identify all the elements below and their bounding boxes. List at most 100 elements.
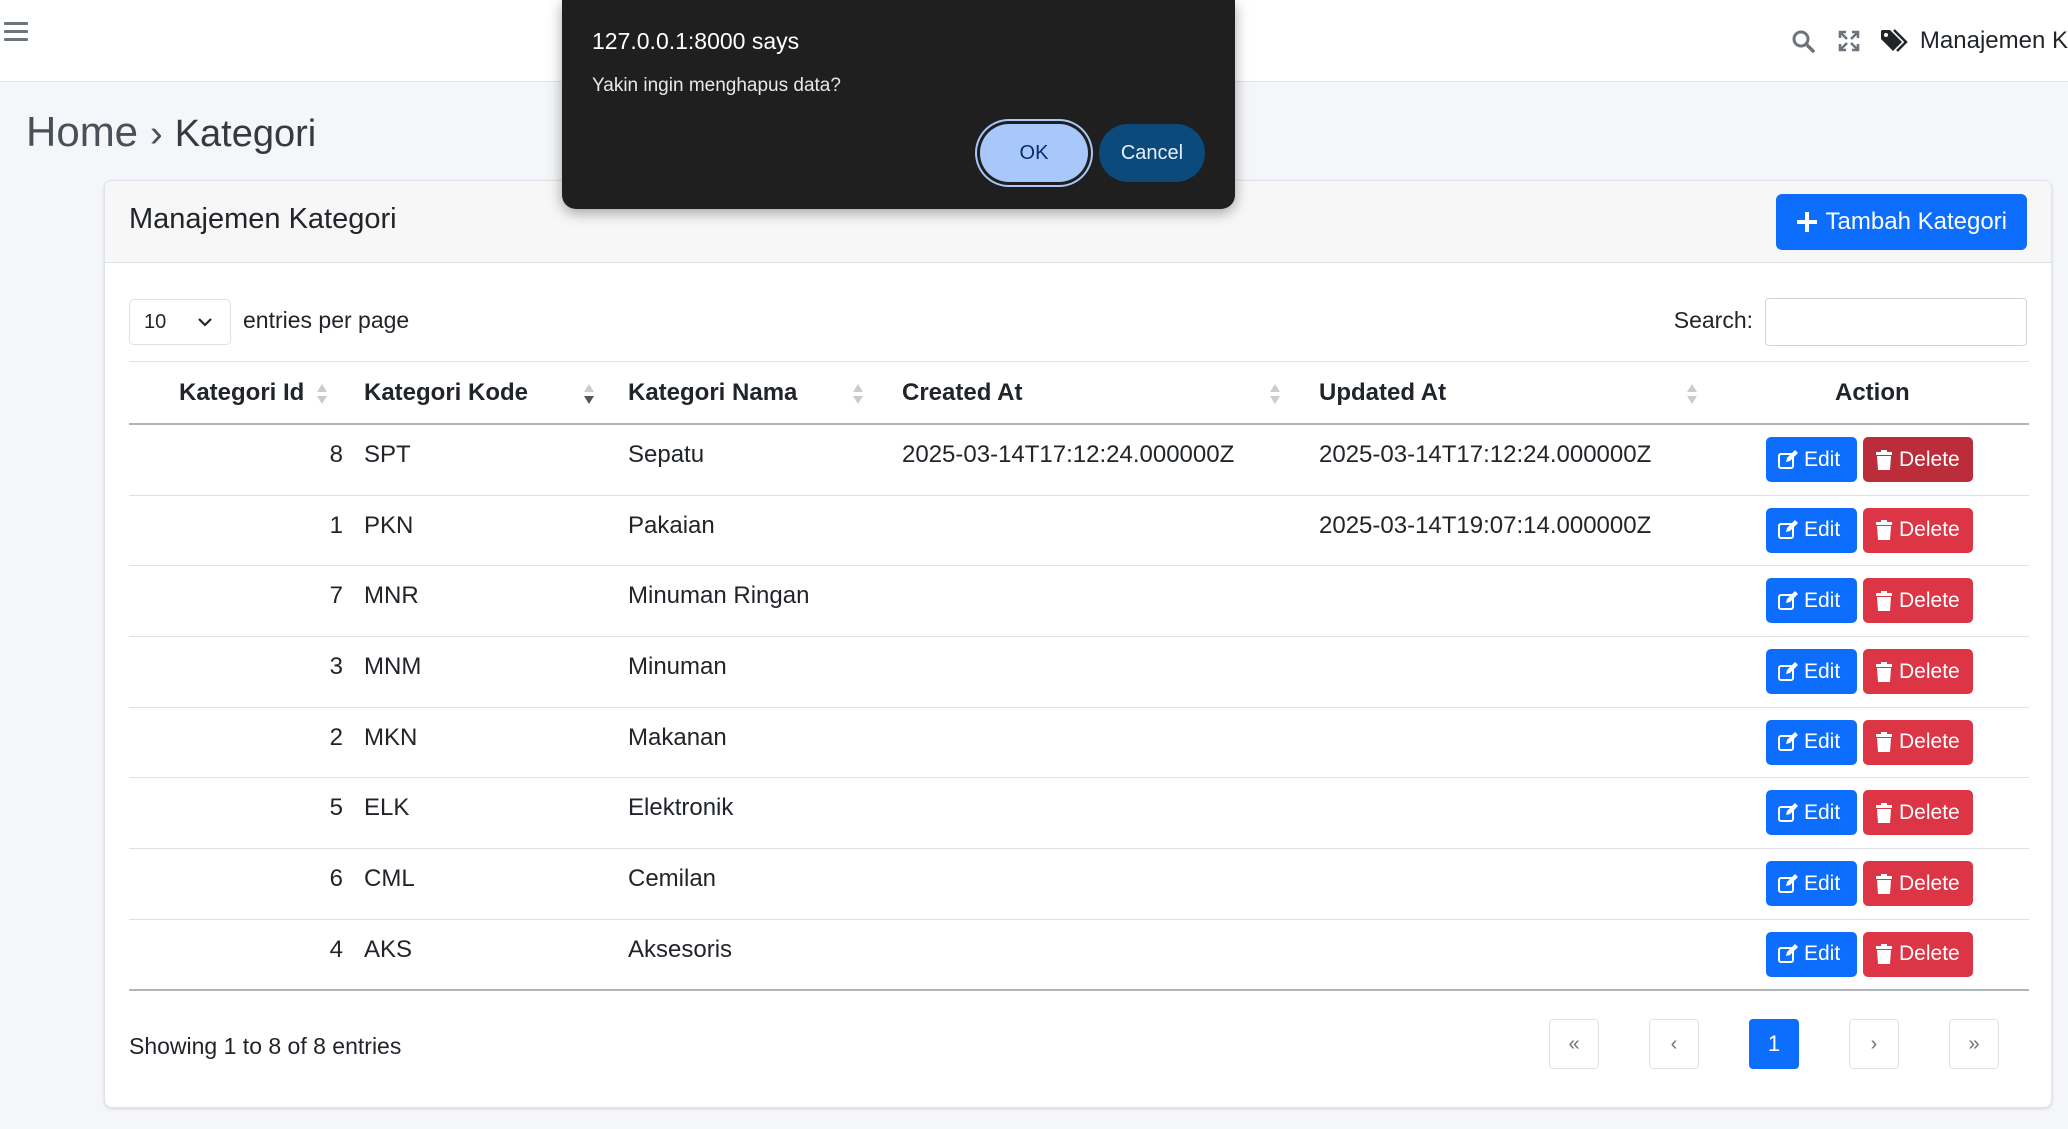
- edit-icon: [1778, 449, 1798, 469]
- edit-button[interactable]: Edit: [1766, 790, 1857, 836]
- edit-icon: [1778, 802, 1798, 822]
- delete-button[interactable]: Delete: [1863, 507, 1973, 553]
- entries-value: 10: [144, 310, 167, 333]
- sort-icon: [317, 384, 327, 404]
- plus-icon: [1796, 212, 1817, 232]
- cell-kategori-nama: Pakaian: [628, 511, 715, 539]
- sort-desc-icon: [584, 384, 594, 404]
- add-kategori-button[interactable]: Tambah Kategori: [1775, 194, 2027, 250]
- edit-button[interactable]: Edit: [1766, 861, 1857, 907]
- cell-kategori-nama: Minuman: [628, 653, 727, 681]
- entries-per-page-select[interactable]: 10: [129, 299, 231, 345]
- edit-label: Edit: [1804, 730, 1841, 754]
- kategori-table: Kategori Id Kategori Kode Kategori Nama …: [129, 361, 2029, 991]
- trash-icon: [1876, 520, 1892, 541]
- breadcrumb-home-link[interactable]: Home: [26, 108, 138, 156]
- delete-label: Delete: [1899, 518, 1960, 542]
- cell-kategori-id: 1: [329, 511, 343, 539]
- cell-kategori-kode: CML: [364, 865, 415, 893]
- chevron-down-icon: [198, 318, 212, 327]
- trash-icon: [1876, 590, 1892, 611]
- delete-button[interactable]: Delete: [1863, 861, 1973, 907]
- edit-icon: [1778, 661, 1798, 681]
- edit-button[interactable]: Edit: [1766, 578, 1857, 624]
- page-prev-button[interactable]: ‹: [1649, 1019, 1699, 1069]
- page-first-button[interactable]: «: [1549, 1019, 1599, 1069]
- edit-label: Edit: [1804, 800, 1841, 824]
- trash-icon: [1876, 661, 1892, 682]
- column-header-kategori-nama[interactable]: Kategori Nama: [628, 362, 797, 424]
- cell-kategori-kode: SPT: [364, 441, 411, 468]
- cell-kategori-nama: Minuman Ringan: [628, 582, 810, 610]
- table-row: 4 AKS Aksesoris Edit Delete: [129, 920, 2029, 991]
- cell-kategori-kode: MNM: [364, 653, 422, 681]
- page-1-button[interactable]: 1: [1749, 1019, 1799, 1069]
- column-header-kategori-id[interactable]: Kategori Id: [179, 362, 304, 424]
- breadcrumb-separator: ›: [150, 113, 163, 155]
- search-icon[interactable]: [1780, 18, 1826, 64]
- breadcrumb: Home › Kategori: [26, 108, 316, 156]
- delete-button[interactable]: Delete: [1863, 931, 1973, 977]
- edit-label: Edit: [1804, 447, 1841, 471]
- edit-icon: [1778, 873, 1798, 893]
- cell-kategori-nama: Aksesoris: [628, 935, 733, 963]
- confirm-dialog: 127.0.0.1:8000 says Yakin ingin menghapu…: [562, 0, 1235, 209]
- edit-label: Edit: [1804, 659, 1841, 683]
- cell-kategori-id: 2: [329, 723, 343, 751]
- page-last-button[interactable]: »: [1949, 1019, 1999, 1069]
- edit-icon: [1778, 944, 1798, 964]
- delete-label: Delete: [1899, 588, 1960, 612]
- search-input[interactable]: [1765, 298, 2027, 346]
- edit-button[interactable]: Edit: [1766, 437, 1857, 482]
- delete-button[interactable]: Delete: [1863, 719, 1973, 765]
- cell-created-at: 2025-03-14T17:12:24.000000Z: [902, 441, 1235, 468]
- trash-icon: [1876, 873, 1892, 894]
- delete-label: Delete: [1899, 942, 1960, 966]
- edit-label: Edit: [1804, 942, 1841, 966]
- trash-icon: [1876, 449, 1892, 470]
- cell-updated-at: 2025-03-14T17:12:24.000000Z: [1319, 441, 1652, 468]
- edit-button[interactable]: Edit: [1766, 719, 1857, 765]
- delete-button[interactable]: Delete: [1863, 437, 1973, 482]
- dialog-message: Yakin ingin menghapus data?: [592, 75, 841, 96]
- cell-kategori-id: 5: [329, 794, 343, 822]
- table-row: 8 SPT Sepatu 2025-03-14T17:12:24.000000Z 202…: [129, 425, 2029, 496]
- cell-kategori-nama: Makanan: [628, 723, 727, 751]
- menu-toggle-icon[interactable]: [4, 22, 28, 42]
- edit-label: Edit: [1804, 588, 1841, 612]
- delete-button[interactable]: Delete: [1863, 578, 1973, 624]
- dialog-cancel-button[interactable]: Cancel: [1099, 124, 1205, 182]
- trash-icon: [1876, 944, 1892, 965]
- card-title: Manajemen Kategori: [129, 203, 397, 235]
- cell-kategori-kode: AKS: [364, 935, 413, 963]
- delete-label: Delete: [1899, 730, 1960, 754]
- cell-kategori-kode: MNR: [364, 582, 419, 610]
- user-menu[interactable]: Manajemen K: [1872, 27, 2068, 55]
- dialog-ok-button[interactable]: OK: [980, 124, 1088, 182]
- navbar-right: Manajemen K: [1780, 18, 2068, 64]
- cell-kategori-nama: Cemilan: [628, 865, 717, 893]
- table-row: 7 MNR Minuman Ringan Edit Delete: [129, 566, 2029, 638]
- cell-kategori-id: 8: [329, 441, 343, 468]
- cell-updated-at: 2025-03-14T19:07:14.000000Z: [1319, 511, 1652, 539]
- fullscreen-icon[interactable]: [1826, 18, 1872, 64]
- cell-kategori-id: 3: [329, 653, 343, 681]
- column-header-action: Action: [1835, 379, 1910, 406]
- edit-button[interactable]: Edit: [1766, 507, 1857, 553]
- edit-icon: [1778, 590, 1798, 610]
- delete-button[interactable]: Delete: [1863, 649, 1973, 695]
- edit-label: Edit: [1804, 871, 1841, 895]
- column-header-created-at[interactable]: Created At: [902, 362, 1022, 424]
- trash-icon: [1876, 732, 1892, 753]
- page-next-button[interactable]: ›: [1849, 1019, 1899, 1069]
- delete-label: Delete: [1899, 871, 1960, 895]
- delete-button[interactable]: Delete: [1863, 790, 1973, 836]
- edit-button[interactable]: Edit: [1766, 931, 1857, 977]
- column-header-updated-at[interactable]: Updated At: [1319, 362, 1446, 424]
- delete-label: Delete: [1899, 447, 1960, 471]
- column-header-kategori-kode[interactable]: Kategori Kode: [364, 362, 528, 424]
- search-label: Search:: [1673, 307, 1753, 333]
- edit-button[interactable]: Edit: [1766, 649, 1857, 695]
- cell-kategori-nama: Elektronik: [628, 794, 734, 822]
- edit-icon: [1778, 732, 1798, 752]
